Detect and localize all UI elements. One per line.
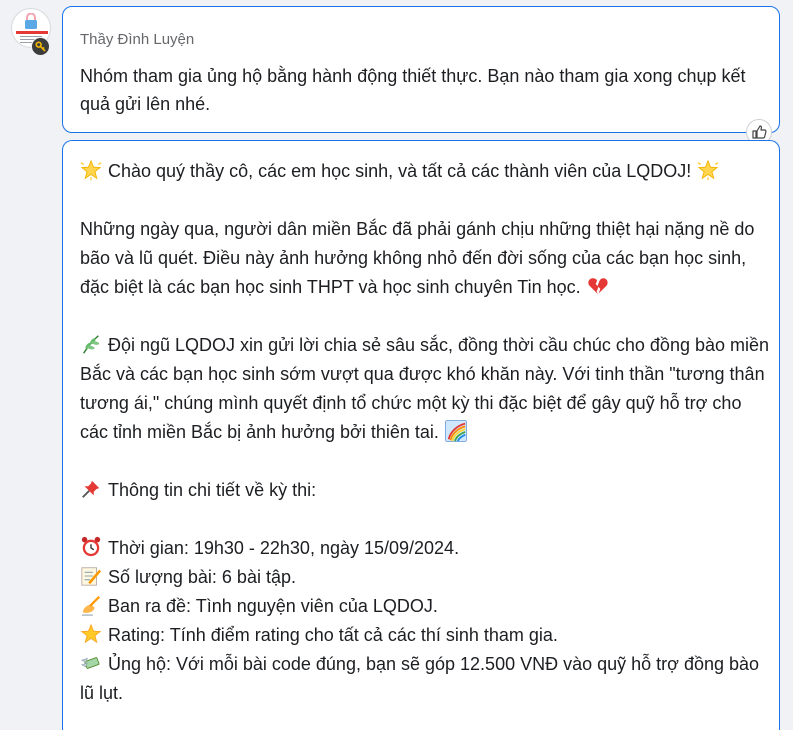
sender-name[interactable]: Thầy Đình Luyện bbox=[80, 31, 194, 48]
avatar-banner bbox=[16, 31, 48, 34]
detail-setters: Ban ra đề: Tình nguyện viên của LQDOJ. bbox=[80, 592, 770, 621]
rainbow-icon bbox=[444, 420, 467, 442]
message-text: Nhóm tham gia ủng hộ bằng hành động thiế… bbox=[80, 66, 746, 114]
detail-text: Số lượng bài: 6 bài tập. bbox=[108, 567, 296, 587]
money-wings-icon bbox=[80, 657, 100, 669]
paragraph-support: Đội ngũ LQDOJ xin gửi lời chia sẻ sâu sắ… bbox=[80, 331, 770, 447]
alarm-clock-icon bbox=[81, 536, 101, 557]
paragraph-text: Những ngày qua, người dân miền Bắc đã ph… bbox=[80, 219, 755, 297]
detail-count: Số lượng bài: 6 bài tập. bbox=[80, 563, 770, 592]
key-badge-icon bbox=[31, 37, 50, 56]
thumbs-up-icon bbox=[752, 125, 767, 139]
pushpin-icon bbox=[82, 480, 100, 498]
memo-icon bbox=[81, 567, 102, 586]
message-content: Chào quý thầy cô, các em học sinh, và tấ… bbox=[80, 157, 770, 708]
paragraph-text: Đội ngũ LQDOJ xin gửi lời chia sẻ sâu sắ… bbox=[80, 335, 770, 442]
glowing-star-icon bbox=[697, 159, 719, 181]
detail-text: Rating: Tính điểm rating cho tất cả các … bbox=[108, 625, 558, 645]
details-heading-text: Thông tin chi tiết về kỳ thi: bbox=[108, 480, 317, 500]
paragraph-flood-impact: Những ngày qua, người dân miền Bắc đã ph… bbox=[80, 215, 770, 302]
detail-text: Ủng hộ: Với mỗi bài code đúng, bạn sẽ gó… bbox=[80, 654, 760, 703]
star-icon bbox=[80, 623, 102, 644]
greeting-text: Chào quý thầy cô, các em học sinh, và tấ… bbox=[108, 161, 692, 181]
padlock-icon bbox=[25, 13, 37, 29]
broken-heart-icon bbox=[587, 278, 608, 295]
greeting-line: Chào quý thầy cô, các em học sinh, và tấ… bbox=[80, 157, 770, 186]
writing-hand-icon bbox=[81, 595, 101, 616]
detail-text: Thời gian: 19h30 - 22h30, ngày 15/09/202… bbox=[108, 538, 460, 558]
detail-text: Ban ra đề: Tình nguyện viên của LQDOJ. bbox=[108, 596, 438, 616]
message-bubble[interactable]: Chào quý thầy cô, các em học sinh, và tấ… bbox=[62, 140, 780, 730]
detail-rating: Rating: Tính điểm rating cho tất cả các … bbox=[80, 621, 770, 650]
detail-donation: Ủng hộ: Với mỗi bài code đúng, bạn sẽ gó… bbox=[80, 650, 770, 708]
herb-icon bbox=[83, 335, 100, 354]
message-bubble[interactable]: Thầy Đình Luyện Nhóm tham gia ủng hộ bằn… bbox=[62, 6, 780, 133]
details-heading: Thông tin chi tiết về kỳ thi: bbox=[80, 476, 770, 505]
glowing-star-icon bbox=[80, 159, 102, 181]
detail-time: Thời gian: 19h30 - 22h30, ngày 15/09/202… bbox=[80, 534, 770, 563]
